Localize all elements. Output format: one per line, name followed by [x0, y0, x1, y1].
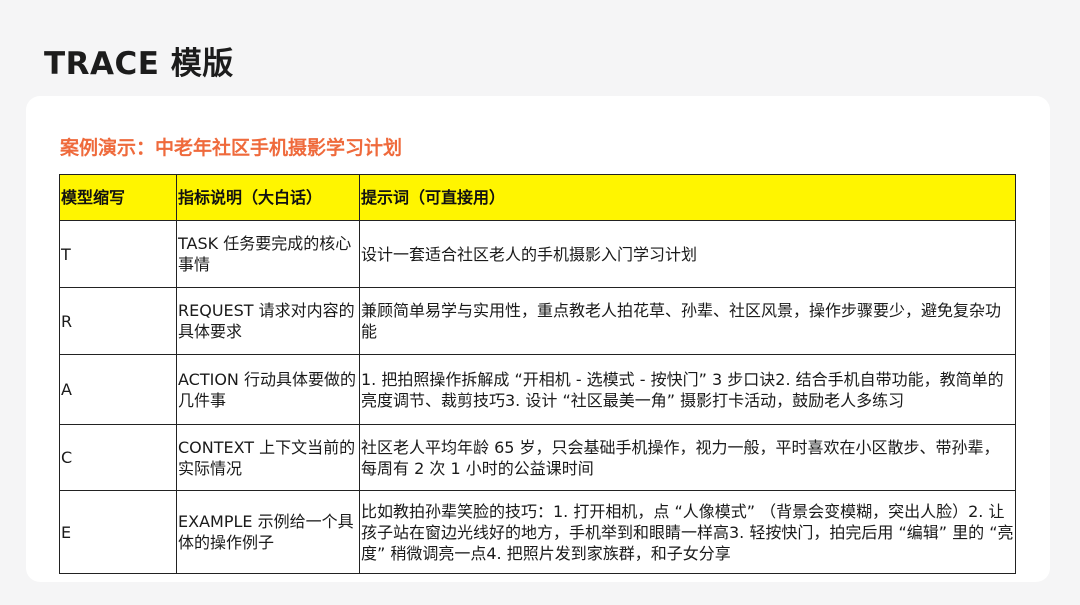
cell-abbr: E	[59, 490, 177, 574]
cell-description: REQUEST 请求对内容的具体要求	[176, 287, 360, 355]
table-row: C CONTEXT 上下文当前的实际情况 社区老人平均年龄 65 岁，只会基础手…	[59, 424, 1016, 491]
cell-prompt: 社区老人平均年龄 65 岁，只会基础手机操作，视力一般，平时喜欢在小区散步、带孙…	[359, 424, 1016, 491]
cell-abbr: R	[59, 287, 177, 355]
cell-abbr: C	[59, 424, 177, 491]
cell-description: TASK 任务要完成的核心事情	[176, 220, 360, 288]
cell-description: CONTEXT 上下文当前的实际情况	[176, 424, 360, 491]
column-header-abbr: 模型缩写	[59, 174, 177, 221]
cell-prompt: 设计一套适合社区老人的手机摄影入门学习计划	[359, 220, 1016, 288]
cell-abbr: T	[59, 220, 177, 288]
table-header-row: 模型缩写 指标说明（大白话） 提示词（可直接用）	[59, 174, 1016, 221]
page-title: TRACE 模版	[44, 46, 234, 82]
cell-description: ACTION 行动具体要做的几件事	[176, 354, 360, 425]
table-row: A ACTION 行动具体要做的几件事 1. 把拍照操作拆解成 “开相机 - 选…	[59, 354, 1016, 425]
cell-prompt: 比如教拍孙辈笑脸的技巧：1. 打开相机，点 “人像模式” （背景会变模糊，突出人…	[359, 490, 1016, 574]
cell-description: EXAMPLE 示例给一个具体的操作例子	[176, 490, 360, 574]
cell-prompt: 兼顾简单易学与实用性，重点教老人拍花草、孙辈、社区风景，操作步骤要少，避免复杂功…	[359, 287, 1016, 355]
table-row: R REQUEST 请求对内容的具体要求 兼顾简单易学与实用性，重点教老人拍花草…	[59, 287, 1016, 355]
case-subtitle: 案例演示：中老年社区手机摄影学习计划	[60, 137, 403, 159]
table-row: E EXAMPLE 示例给一个具体的操作例子 比如教拍孙辈笑脸的技巧：1. 打开…	[59, 490, 1016, 574]
column-header-prompt: 提示词（可直接用）	[359, 174, 1016, 221]
trace-table: 模型缩写 指标说明（大白话） 提示词（可直接用） T TASK 任务要完成的核心…	[59, 174, 1016, 574]
cell-abbr: A	[59, 354, 177, 425]
column-header-description: 指标说明（大白话）	[176, 174, 360, 221]
cell-prompt: 1. 把拍照操作拆解成 “开相机 - 选模式 - 按快门” 3 步口诀2. 结合…	[359, 354, 1016, 425]
table-row: T TASK 任务要完成的核心事情 设计一套适合社区老人的手机摄影入门学习计划	[59, 220, 1016, 288]
